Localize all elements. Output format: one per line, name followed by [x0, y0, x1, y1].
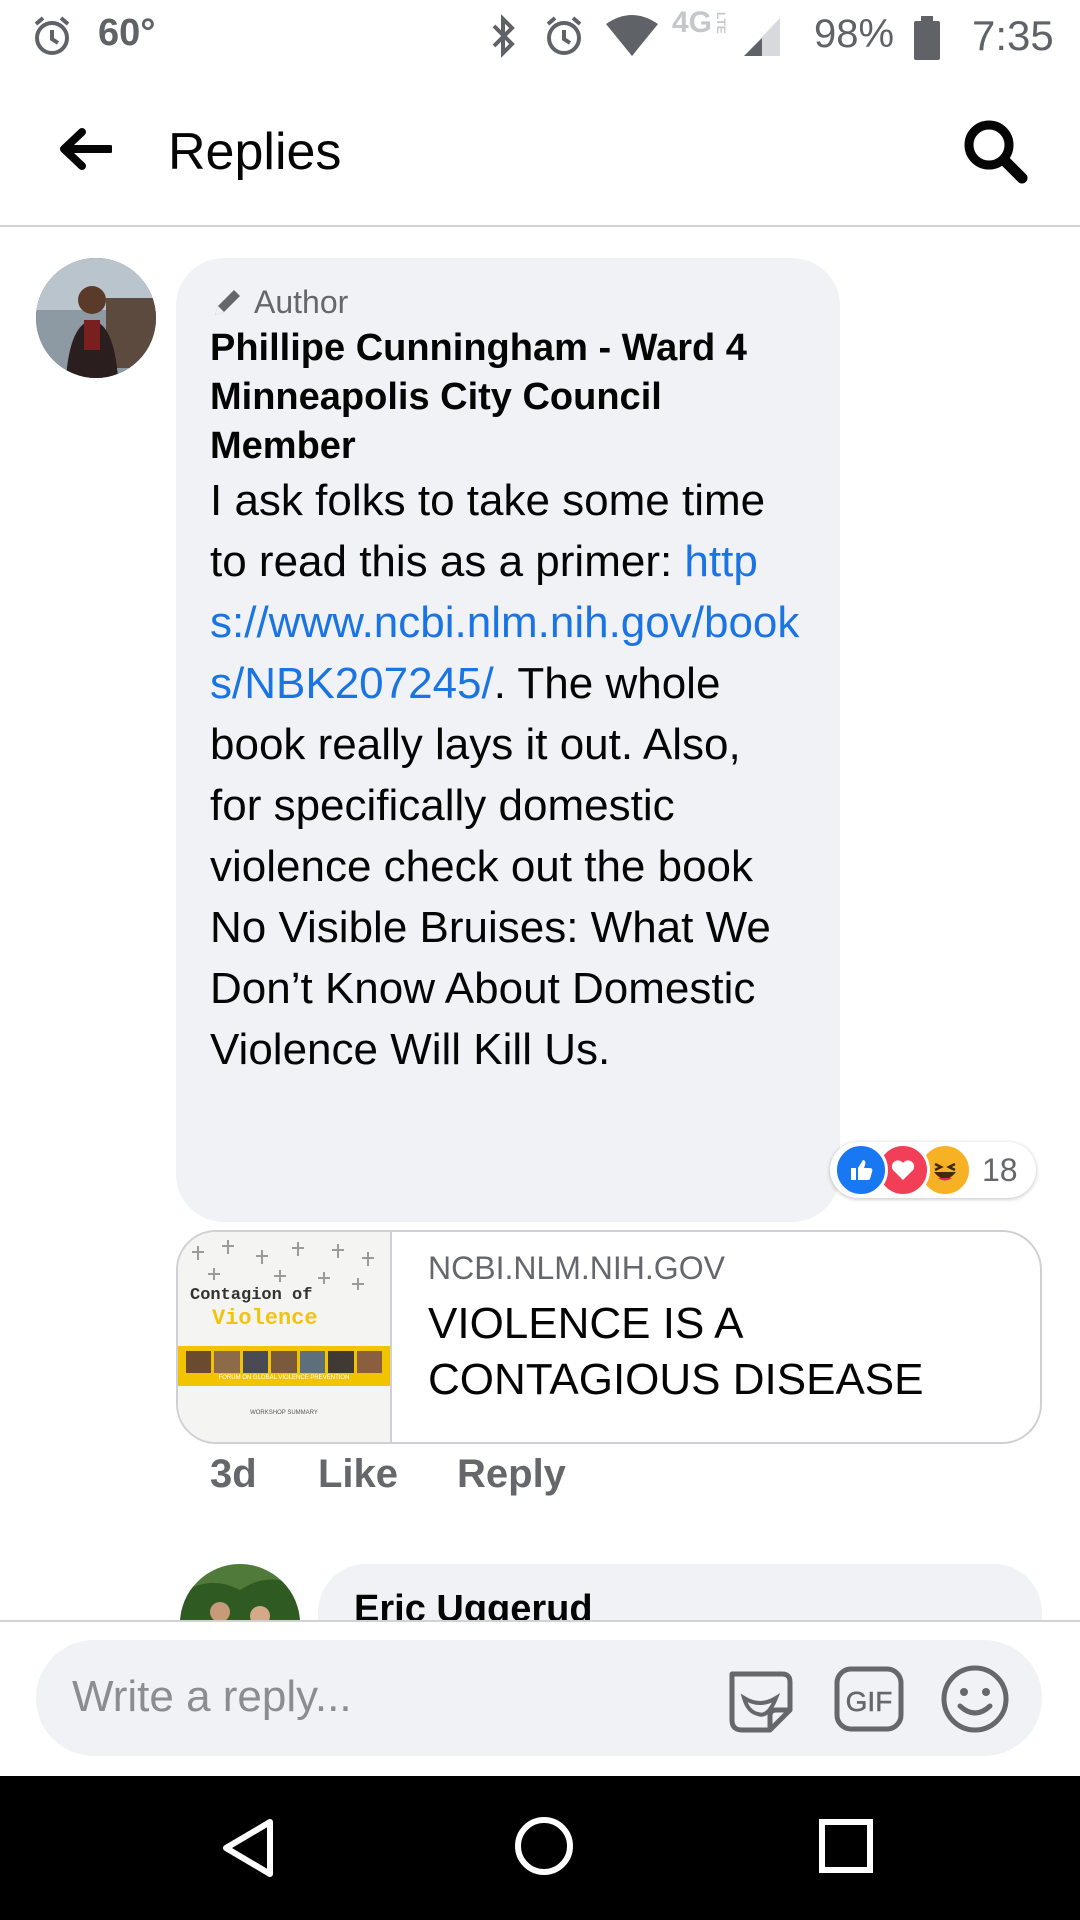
comment-text-before-link: I ask folks to take some time to read th… [210, 476, 766, 586]
link-title: VIOLENCE IS A CONTAGIOUS DISEASE [428, 1299, 924, 1404]
comment-text: I ask folks to take some time to read th… [210, 470, 800, 1080]
comment-text-after-link: . The whole book really lays it out. Als… [210, 659, 771, 1074]
nav-recents-icon[interactable] [818, 1818, 874, 1874]
nav-home-icon[interactable] [512, 1814, 576, 1878]
battery-icon [912, 14, 942, 62]
reply-input[interactable]: Write a reply... [72, 1672, 352, 1722]
bluetooth-icon [488, 14, 518, 58]
wifi-icon [604, 14, 660, 58]
search-icon[interactable] [960, 116, 1030, 186]
author-badge: Author [210, 284, 348, 321]
reply-author[interactable]: Eric Uggerud [354, 1588, 593, 1620]
status-bar: 60° 4G LTE 98% 7:35 [0, 0, 1080, 72]
signal-icon [742, 14, 782, 58]
system-nav-bar [0, 1776, 1080, 1920]
reply-bubble: Eric Uggerud [318, 1564, 1042, 1620]
alarm-clock-icon [30, 14, 74, 58]
emoji-icon[interactable] [940, 1664, 1010, 1734]
header-divider [0, 225, 1080, 227]
reaction-count: 18 [982, 1152, 1018, 1188]
sticker-icon[interactable] [724, 1664, 796, 1736]
like-icon [834, 1143, 888, 1197]
alarm-clock-icon [542, 14, 586, 58]
clock-text: 7:35 [972, 12, 1054, 59]
reply-avatar[interactable] [180, 1564, 300, 1620]
reply-button[interactable]: Reply [457, 1452, 566, 1497]
link-preview-thumbnail: Contagion of Violence FORUM ON GLOBAL VI… [178, 1232, 392, 1442]
next-reply: Eric Uggerud [0, 1540, 1080, 1620]
thumb-title-line2: Violence [212, 1306, 318, 1331]
thumb-title-line1: Contagion of [190, 1286, 313, 1305]
link-domain: NCBI.NLM.NIH.GOV [428, 1250, 725, 1286]
author-avatar[interactable] [36, 258, 156, 378]
like-button[interactable]: Like [318, 1452, 398, 1497]
battery-percent-text: 98% [814, 12, 895, 56]
reactions-summary[interactable]: 18 [830, 1142, 1036, 1198]
thumb-photo-strip: FORUM ON GLOBAL VIOLENCE PREVENTION [178, 1346, 390, 1386]
app-bar: Replies [0, 72, 1080, 226]
pencil-icon [210, 286, 244, 320]
gif-icon[interactable]: GIF [834, 1666, 904, 1732]
temperature-text: 60° [98, 12, 156, 54]
link-preview-card[interactable]: Contagion of Violence FORUM ON GLOBAL VI… [176, 1230, 1042, 1444]
author-name[interactable]: Phillipe Cunningham - Ward 4 Minneapolis… [210, 324, 810, 471]
reply-composer: Write a reply... GIF [36, 1640, 1042, 1756]
comment-bubble: Author Phillipe Cunningham - Ward 4 Minn… [176, 258, 840, 1222]
thumb-footer: FORUM ON GLOBAL VIOLENCE PREVENTION [218, 1375, 350, 1381]
thumb-caption: WORKSHOP SUMMARY [250, 1410, 318, 1416]
back-arrow-icon[interactable] [52, 120, 116, 178]
svg-text:GIF: GIF [846, 1686, 893, 1717]
page-title: Replies [168, 123, 342, 181]
comment-timestamp: 3d [210, 1452, 257, 1496]
nav-back-icon[interactable] [218, 1816, 278, 1880]
network-type-text: 4G LTE [672, 6, 729, 39]
author-badge-label: Author [254, 284, 349, 320]
composer-divider [0, 1620, 1080, 1622]
